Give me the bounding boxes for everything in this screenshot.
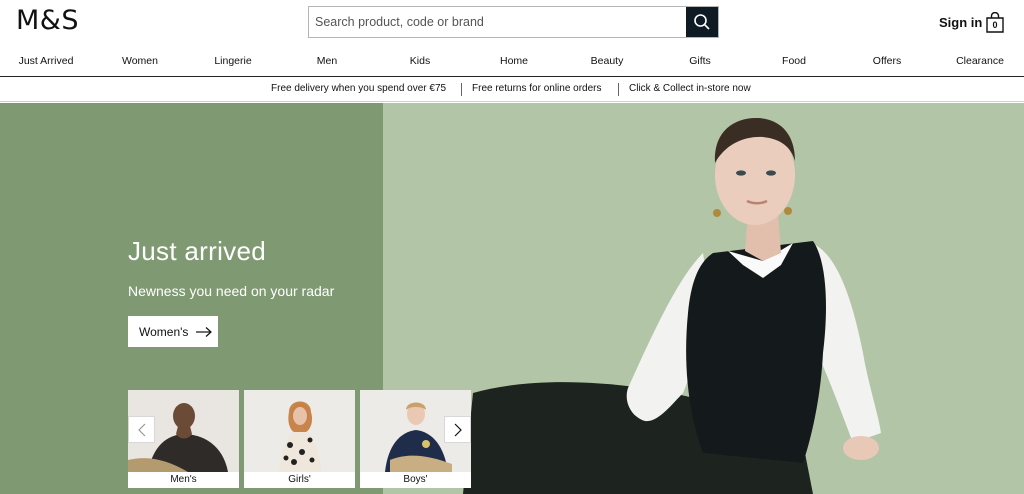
arrow-right-icon (196, 326, 213, 337)
promo-free-returns[interactable]: Free returns for online orders (472, 83, 602, 94)
promo-free-delivery[interactable]: Free delivery when you spend over €75 (271, 83, 446, 94)
hero-banner[interactable]: Just arrived Newness you need on your ra… (0, 103, 1024, 494)
main-navigation: Just Arrived Women Lingerie Men Kids Hom… (0, 50, 1024, 74)
mens-card-label: Men's (170, 474, 197, 485)
search-bar (308, 6, 719, 38)
ms-logo[interactable]: M&S (16, 5, 79, 36)
promo-divider (618, 83, 619, 96)
girls-thumbnail-image (244, 390, 355, 472)
nav-item-just-arrived[interactable]: Just Arrived (19, 55, 74, 67)
sign-in-link[interactable]: Sign in (939, 15, 982, 30)
promo-divider (461, 83, 462, 96)
boys-card-label: Boys' (403, 474, 428, 485)
nav-item-gifts[interactable]: Gifts (689, 55, 711, 67)
promo-click-collect[interactable]: Click & Collect in-store now (629, 83, 751, 94)
hero-subtitle: Newness you need on your radar (128, 283, 335, 299)
nav-item-lingerie[interactable]: Lingerie (214, 55, 251, 67)
shopping-bag-button[interactable]: 0 (985, 12, 1005, 33)
girls-card-label: Girls' (288, 474, 311, 485)
bag-count: 0 (992, 20, 998, 30)
nav-item-home[interactable]: Home (500, 55, 528, 67)
search-icon (694, 14, 710, 30)
chevron-right-icon (454, 423, 462, 436)
hero-cta-womens-button[interactable]: Women's (128, 316, 218, 347)
site-header: M&S Sign in 0 (0, 0, 1024, 48)
hero-title: Just arrived (128, 236, 266, 266)
promo-strip: Free delivery when you spend over €75 Fr… (0, 77, 1024, 102)
nav-item-offers[interactable]: Offers (873, 55, 901, 67)
nav-item-clearance[interactable]: Clearance (956, 55, 1004, 67)
nav-item-food[interactable]: Food (782, 55, 806, 67)
search-button[interactable] (686, 7, 718, 37)
search-input[interactable] (309, 7, 686, 37)
category-card-girls[interactable]: Girls' (244, 390, 355, 488)
carousel-prev-button[interactable] (128, 416, 155, 443)
hero-model-image (383, 103, 1024, 494)
chevron-left-icon (137, 423, 145, 436)
nav-item-beauty[interactable]: Beauty (591, 55, 624, 67)
nav-item-kids[interactable]: Kids (410, 55, 430, 67)
hero-cta-label: Women's (139, 324, 189, 339)
carousel-next-button[interactable] (444, 416, 471, 443)
nav-item-women[interactable]: Women (122, 55, 158, 67)
nav-item-men[interactable]: Men (317, 55, 337, 67)
